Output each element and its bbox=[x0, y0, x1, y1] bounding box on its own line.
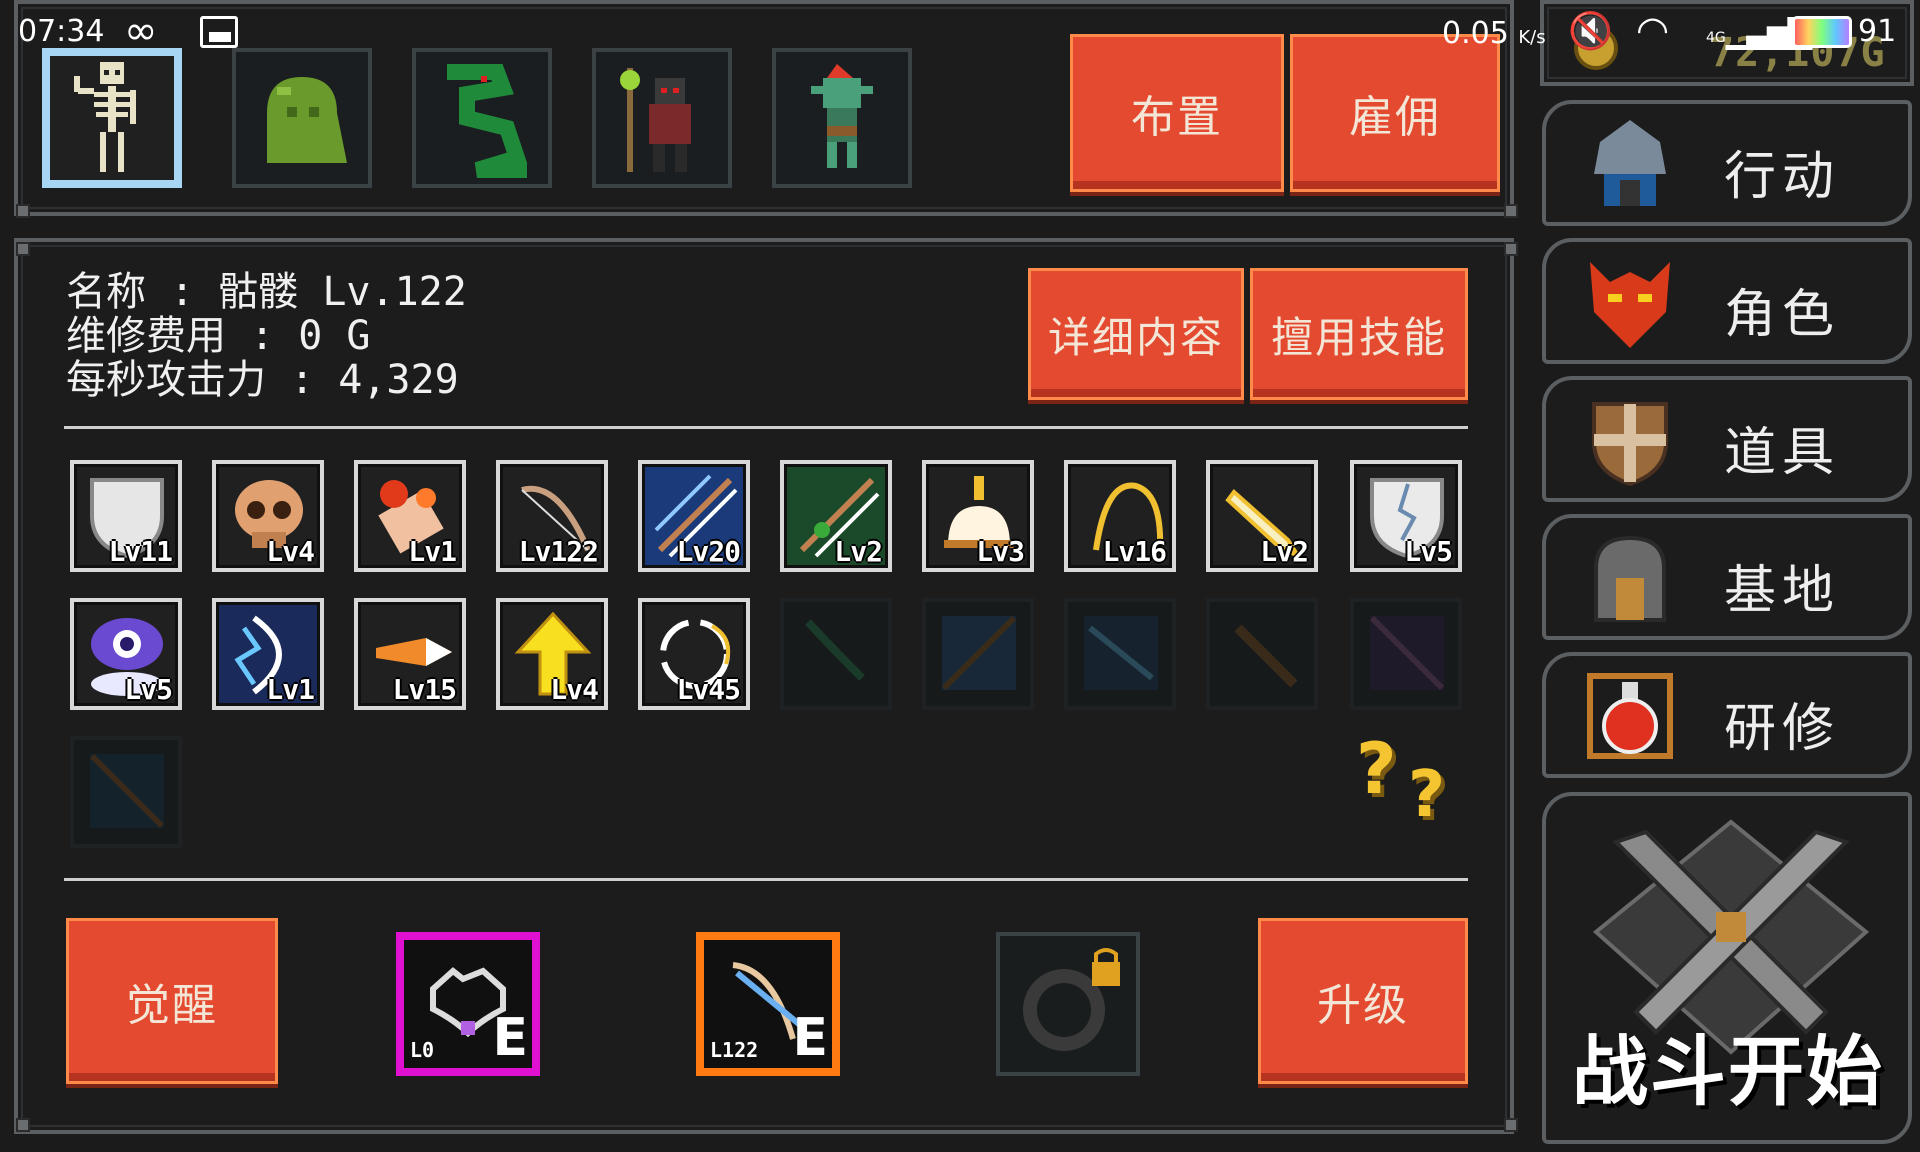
dark-arrows-icon bbox=[89, 753, 165, 829]
equip-slot-armor[interactable]: L0 E bbox=[396, 932, 540, 1076]
rivet bbox=[16, 242, 30, 256]
skill-slot[interactable]: Lv4 bbox=[212, 460, 324, 572]
skill-slot[interactable]: Lv20 bbox=[638, 460, 750, 572]
menu-items[interactable]: 道具 bbox=[1542, 376, 1912, 502]
unit-portrait-slime[interactable] bbox=[232, 48, 372, 188]
rivet bbox=[1504, 204, 1518, 218]
battle-start-button[interactable]: 战斗开始 bbox=[1542, 792, 1912, 1144]
unit-dps: 每秒攻击力 : 4,329 bbox=[66, 357, 459, 403]
skill-slot[interactable]: Lv15 bbox=[354, 598, 466, 710]
skill-slot[interactable]: Lv1 bbox=[354, 460, 466, 572]
locked-ring-icon bbox=[1023, 948, 1120, 1051]
details-button[interactable]: 详细内容 bbox=[1028, 268, 1244, 400]
skill-slot[interactable]: Lv1 bbox=[212, 598, 324, 710]
unit-portrait-goblin[interactable] bbox=[772, 48, 912, 188]
status-bar-right: 0.05 K/s 🔇 ◠ 4G▁▃▅▇ 91 bbox=[0, 0, 1920, 66]
equip-slot-ring-locked bbox=[996, 932, 1140, 1076]
divider bbox=[64, 426, 1468, 429]
base-gate-icon bbox=[1594, 535, 1666, 622]
menu-character[interactable]: 角色 bbox=[1542, 238, 1912, 364]
unit-portrait-snake[interactable] bbox=[412, 48, 552, 188]
ice-shards-icon bbox=[1084, 616, 1158, 690]
locked-skill-slot bbox=[922, 598, 1034, 710]
vine-icon bbox=[805, 619, 865, 681]
help-icon[interactable]: ? bbox=[1356, 728, 1397, 810]
skill-slot[interactable]: Lv2 bbox=[780, 460, 892, 572]
skill-slot[interactable]: Lv16 bbox=[1064, 460, 1176, 572]
skill-slot[interactable]: Lv3 bbox=[922, 460, 1034, 572]
goblin-icon bbox=[811, 64, 873, 168]
awaken-button[interactable]: 觉醒 bbox=[66, 918, 278, 1084]
locked-skill-slot bbox=[1064, 598, 1176, 710]
dark-crossbow-icon bbox=[1369, 615, 1445, 691]
helmet-icon bbox=[1594, 120, 1666, 206]
skill-slot[interactable]: Lv5 bbox=[1350, 460, 1462, 572]
locked-skill-slot bbox=[1206, 598, 1318, 710]
skill-slot[interactable]: Lv11 bbox=[70, 460, 182, 572]
mute-icon: 🔇 bbox=[1568, 11, 1613, 52]
unit-upkeep: 维修费用 : 0 G bbox=[66, 313, 371, 359]
rivet bbox=[16, 204, 30, 218]
rivet bbox=[16, 1118, 30, 1132]
menu-research[interactable]: 研修 bbox=[1542, 652, 1912, 778]
divider bbox=[64, 878, 1468, 881]
rivet bbox=[1504, 242, 1518, 256]
battery-level: 91 bbox=[1858, 14, 1897, 49]
locked-skill-slot bbox=[780, 598, 892, 710]
equip-slot-weapon[interactable]: L122 E bbox=[696, 932, 840, 1076]
battery-icon bbox=[1792, 16, 1852, 48]
menu-base[interactable]: 基地 bbox=[1542, 514, 1912, 640]
snake-icon bbox=[447, 64, 528, 178]
potion-icon bbox=[1587, 673, 1673, 759]
unit-portrait-dark-mage[interactable] bbox=[592, 48, 732, 188]
skills-button[interactable]: 擅用技能 bbox=[1250, 268, 1468, 400]
unit-name: 名称 : 骷髅 Lv.122 bbox=[66, 269, 467, 315]
upgrade-button[interactable]: 升级 bbox=[1258, 918, 1468, 1084]
club-icon bbox=[1234, 624, 1298, 688]
locked-skill-slot bbox=[1350, 598, 1462, 710]
slime-icon bbox=[267, 77, 347, 163]
skill-slot[interactable]: Lv5 bbox=[70, 598, 182, 710]
skeleton-icon bbox=[74, 62, 136, 172]
locked-skill-slot bbox=[70, 736, 182, 848]
help-icon-2: ? bbox=[1408, 758, 1446, 832]
unit-stats: 名称 : 骷髅 Lv.122 维修费用 : 0 G 每秒攻击力 : 4,329 bbox=[66, 270, 467, 402]
mage-icon bbox=[620, 68, 691, 172]
shield-item-icon bbox=[1592, 402, 1668, 487]
rivet bbox=[1504, 1118, 1518, 1132]
crossbow-icon bbox=[941, 615, 1017, 691]
menu-action[interactable]: 行动 bbox=[1542, 100, 1912, 226]
skill-slot[interactable]: Lv45 bbox=[638, 598, 750, 710]
wifi-icon: ◠ bbox=[1636, 8, 1670, 52]
skill-slot[interactable]: Lv122 bbox=[496, 460, 608, 572]
unit-portrait-skeleton[interactable] bbox=[42, 48, 182, 188]
skill-slot[interactable]: Lv4 bbox=[496, 598, 608, 710]
network-speed: 0.05 K/s bbox=[1442, 16, 1546, 51]
demon-mask-icon bbox=[1590, 262, 1670, 348]
skill-slot[interactable]: Lv2 bbox=[1206, 460, 1318, 572]
